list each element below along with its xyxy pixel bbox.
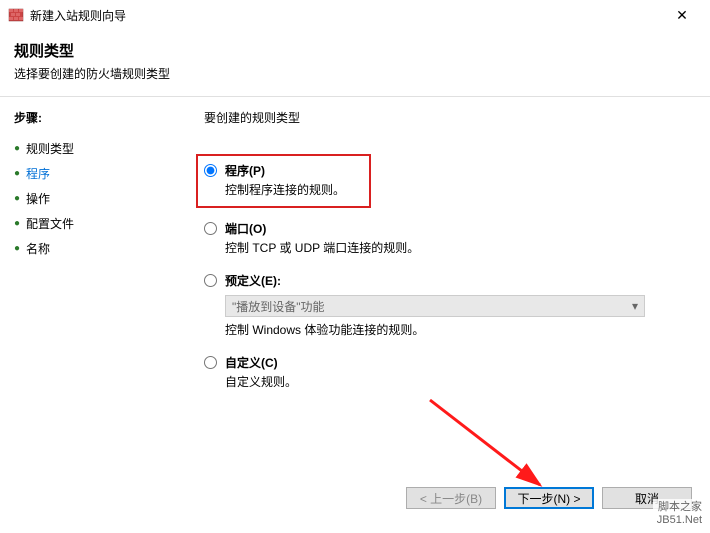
main-panel: 要创建的规则类型 程序(P) 控制程序连接的规则。 端口(O) 控制 TCP 或… [172, 97, 710, 485]
option-label: 程序(P) [225, 162, 265, 179]
radio-custom[interactable] [204, 356, 217, 369]
back-button: < 上一步(B) [406, 487, 496, 509]
radio-predefined[interactable] [204, 274, 217, 287]
window-title: 新建入站规则向导 [30, 7, 662, 24]
header: 规则类型 选择要创建的防火墙规则类型 [0, 30, 710, 90]
sidebar-item-name[interactable]: ● 名称 [14, 236, 158, 261]
watermark-line2: JB51.Net [657, 514, 702, 527]
option-label: 预定义(E): [225, 272, 281, 289]
option-desc: 控制 Windows 体验功能连接的规则。 [225, 321, 690, 338]
close-button[interactable]: ✕ [662, 1, 702, 29]
sidebar-item-label: 操作 [26, 190, 50, 207]
titlebar: 新建入站规则向导 ✕ [0, 0, 710, 30]
firewall-icon [8, 7, 24, 23]
sidebar-item-label: 规则类型 [26, 140, 74, 157]
option-program[interactable]: 程序(P) [204, 162, 359, 179]
predefined-select[interactable]: "播放到设备"功能 ▾ [225, 295, 645, 317]
option-label: 端口(O) [225, 220, 266, 237]
body: 步骤: ● 规则类型 ● 程序 ● 操作 ● 配置文件 ● 名称 要创建的规则类型 程序(… [0, 97, 710, 485]
sidebar-item-label: 程序 [26, 165, 50, 182]
option-port[interactable]: 端口(O) 控制 TCP 或 UDP 端口连接的规则。 [204, 220, 690, 256]
watermark: 脚本之家 JB51.Net [653, 499, 706, 529]
sidebar-title: 步骤: [14, 109, 158, 126]
page-subtitle: 选择要创建的防火墙规则类型 [14, 65, 696, 82]
highlight-box: 程序(P) 控制程序连接的规则。 [196, 154, 371, 208]
chevron-down-icon: ▾ [632, 299, 638, 313]
footer: < 上一步(B) 下一步(N) > 取消 [406, 487, 692, 509]
option-label: 自定义(C) [225, 354, 278, 371]
main-title: 要创建的规则类型 [204, 109, 690, 126]
sidebar-item-program[interactable]: ● 程序 [14, 161, 158, 186]
option-desc: 控制程序连接的规则。 [225, 181, 359, 198]
bullet-icon: ● [14, 218, 20, 229]
sidebar-item-rule-type[interactable]: ● 规则类型 [14, 136, 158, 161]
bullet-icon: ● [14, 243, 20, 254]
option-desc: 自定义规则。 [225, 373, 690, 390]
sidebar-item-label: 名称 [26, 240, 50, 257]
next-button[interactable]: 下一步(N) > [504, 487, 594, 509]
bullet-icon: ● [14, 143, 20, 154]
radio-port[interactable] [204, 222, 217, 235]
option-desc: 控制 TCP 或 UDP 端口连接的规则。 [225, 239, 690, 256]
radio-program[interactable] [204, 164, 217, 177]
option-custom[interactable]: 自定义(C) 自定义规则。 [204, 354, 690, 390]
watermark-line1: 脚本之家 [657, 501, 702, 514]
select-value: "播放到设备"功能 [232, 298, 325, 315]
sidebar: 步骤: ● 规则类型 ● 程序 ● 操作 ● 配置文件 ● 名称 [0, 97, 172, 485]
sidebar-item-profile[interactable]: ● 配置文件 [14, 211, 158, 236]
sidebar-item-label: 配置文件 [26, 215, 74, 232]
bullet-icon: ● [14, 193, 20, 204]
option-predefined[interactable]: 预定义(E): "播放到设备"功能 ▾ 控制 Windows 体验功能连接的规则… [204, 272, 690, 338]
page-title: 规则类型 [14, 40, 696, 61]
sidebar-item-action[interactable]: ● 操作 [14, 186, 158, 211]
bullet-icon: ● [14, 168, 20, 179]
